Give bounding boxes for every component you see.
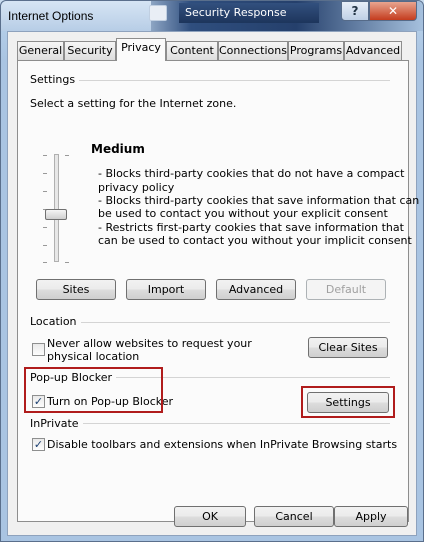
settings-instruction: Select a setting for the Internet zone. (30, 97, 237, 110)
background-tab-icon (149, 5, 167, 21)
privacy-slider-track[interactable] (54, 154, 59, 262)
description-line: can be used to contact you without your … (98, 234, 412, 247)
location-checkbox-label: physical location (47, 350, 140, 363)
description-line: - Restricts first-party cookies that sav… (98, 221, 404, 234)
help-button[interactable]: ? (341, 1, 369, 21)
slider-tick (43, 155, 47, 156)
tab-content[interactable]: Content (166, 41, 218, 60)
ok-button[interactable]: OK (174, 506, 246, 527)
privacy-level: Medium (91, 142, 145, 156)
inprivate-divider (82, 423, 390, 424)
privacy-page: Settings Select a setting for the Intern… (17, 60, 419, 522)
title-bar[interactable]: Security Response Internet Options ? ✕ (1, 1, 423, 31)
clear-sites-button[interactable]: Clear Sites (308, 337, 388, 358)
location-heading: Location (30, 315, 81, 328)
import-button[interactable]: Import (126, 279, 206, 300)
tab-security[interactable]: Security (64, 41, 116, 60)
internet-options-window: Security Response Internet Options ? ✕ G… (0, 0, 424, 542)
location-checkbox[interactable] (32, 343, 45, 356)
description-line: privacy policy (98, 181, 175, 194)
location-checkbox-label: Never allow websites to request your (47, 337, 252, 350)
dialog-client: General Security Privacy Content Connect… (7, 31, 419, 536)
slider-tick (65, 262, 69, 263)
tab-advanced[interactable]: Advanced (344, 41, 402, 60)
location-divider (78, 322, 390, 323)
tab-connections[interactable]: Connections (218, 41, 288, 60)
slider-tick (43, 173, 47, 174)
sites-button[interactable]: Sites (36, 279, 116, 300)
slider-tick (43, 245, 47, 246)
background-tab: Security Response (179, 3, 319, 23)
slider-tick (43, 262, 47, 263)
description-line: be used to contact you without your expl… (98, 207, 388, 220)
tab-privacy[interactable]: Privacy (116, 38, 166, 61)
privacy-slider-thumb[interactable] (45, 209, 67, 220)
settings-heading: Settings (30, 73, 80, 86)
cancel-button[interactable]: Cancel (254, 506, 334, 527)
default-button[interactable]: Default (306, 279, 386, 300)
slider-tick (65, 155, 69, 156)
close-button[interactable]: ✕ (369, 1, 417, 21)
inprivate-checkbox[interactable]: ✓ (32, 438, 45, 451)
description-line: - Blocks third-party cookies that save i… (98, 194, 420, 207)
settings-divider (72, 80, 390, 81)
advanced-button[interactable]: Advanced (216, 279, 296, 300)
popup-highlight-box (24, 367, 163, 413)
window-title: Internet Options (8, 9, 94, 23)
tab-general[interactable]: General (17, 41, 64, 60)
apply-button[interactable]: Apply (334, 506, 408, 527)
description-line: - Blocks third-party cookies that do not… (98, 167, 405, 180)
slider-tick (43, 191, 47, 192)
inprivate-heading: InPrivate (30, 417, 83, 430)
slider-tick (43, 227, 47, 228)
tab-programs[interactable]: Programs (288, 41, 344, 60)
inprivate-checkbox-label: Disable toolbars and extensions when InP… (47, 438, 398, 451)
settings-highlight-box (301, 386, 395, 418)
